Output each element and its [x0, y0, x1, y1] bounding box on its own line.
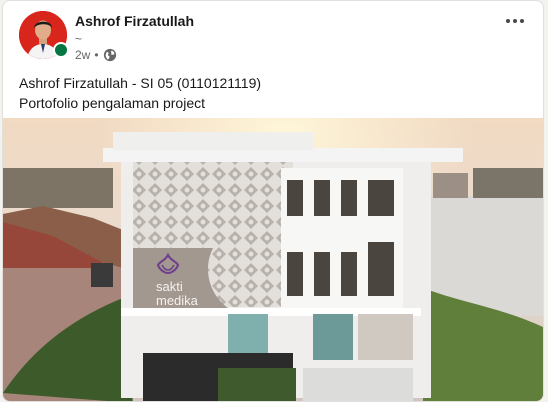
author-name[interactable]: Ashrof Firzatullah: [75, 13, 194, 29]
online-status-indicator: [53, 42, 69, 58]
post-text-line: Ashrof Firzatullah - SI 05 (0110121119): [19, 75, 262, 91]
post-time: 2w: [75, 48, 91, 62]
logo-text-line: sakti: [156, 279, 183, 294]
logo-text-line: medika: [156, 293, 199, 308]
post-text: Ashrof Firzatullah - SI 05 (0110121119) …: [19, 73, 261, 113]
more-options-button[interactable]: [499, 11, 531, 31]
author-headline: ~: [75, 32, 83, 46]
post-text-line: Portofolio pengalaman project: [19, 95, 206, 111]
meta-separator: •: [94, 48, 99, 62]
post-meta: 2w •: [75, 48, 117, 62]
feed-post-card: Ashrof Firzatullah ~ 2w • Ashrof Firzatu…: [2, 0, 544, 402]
author-avatar[interactable]: [19, 11, 69, 59]
globe-icon: [103, 48, 116, 62]
post-image[interactable]: sakti medika: [3, 118, 543, 401]
more-horizontal-icon: [506, 19, 510, 23]
